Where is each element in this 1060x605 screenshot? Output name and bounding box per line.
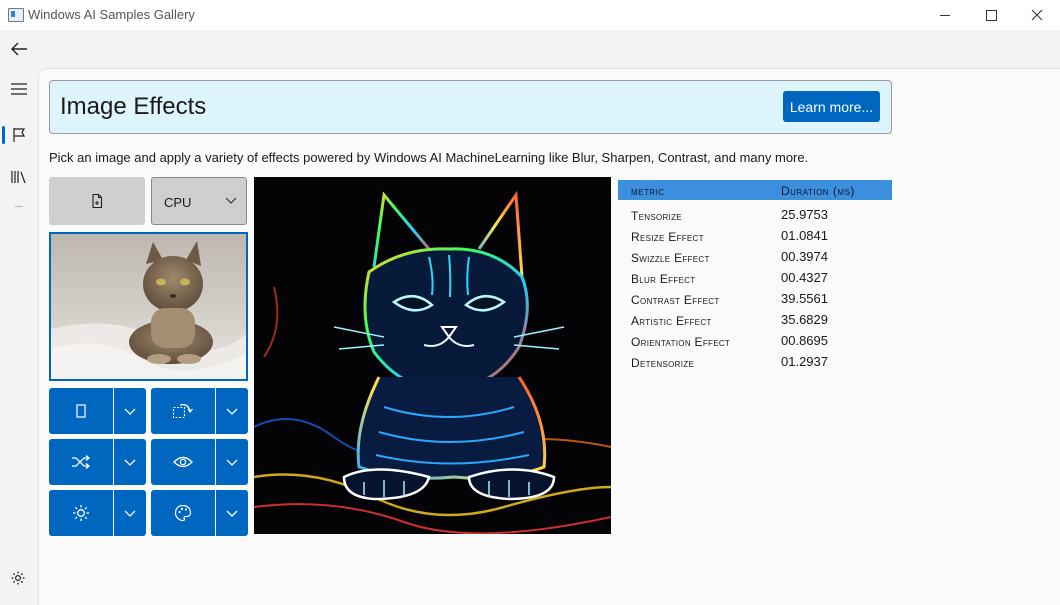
nav-selection-indicator [2, 126, 5, 144]
crop-icon [76, 404, 86, 418]
back-button[interactable] [8, 38, 30, 60]
table-row: Resize Effect 01.0841 [618, 225, 892, 246]
palette-icon [174, 504, 192, 522]
rotate-icon [172, 404, 193, 419]
metric-value: 35.6829 [781, 312, 828, 327]
metric-value: 01.2937 [781, 354, 828, 369]
crop-effect-button[interactable] [49, 388, 113, 434]
shuffle-effect-button[interactable] [49, 439, 113, 485]
back-arrow-icon [11, 42, 27, 56]
open-file-icon [92, 193, 103, 209]
metric-value: 25.9753 [781, 207, 828, 222]
brightness-effect-dropdown[interactable] [114, 490, 146, 536]
chevron-down-icon [124, 459, 136, 466]
artistic-effect-button[interactable] [151, 490, 215, 536]
table-row: Swizzle Effect 00.3974 [618, 246, 892, 267]
learn-more-button[interactable]: Learn more... [783, 91, 880, 122]
processed-image [254, 177, 611, 534]
table-row: Orientation Effect 00.8695 [618, 330, 892, 351]
metric-name: Resize Effect [631, 230, 704, 244]
device-select[interactable]: CPU [151, 177, 247, 225]
shuffle-effect-dropdown[interactable] [114, 439, 146, 485]
page-title: Image Effects [60, 93, 207, 120]
library-icon [11, 171, 26, 184]
metric-value: 00.8695 [781, 333, 828, 348]
table-row: Blur Effect 00.4327 [618, 267, 892, 288]
brightness-icon [73, 505, 89, 521]
table-row: Tensorize 25.9753 [618, 204, 892, 225]
metric-value: 01.0841 [781, 228, 828, 243]
close-button[interactable] [1014, 0, 1060, 30]
shuffle-icon [72, 455, 91, 469]
original-image-thumbnail[interactable] [49, 232, 248, 381]
nav-item-samples[interactable] [6, 122, 32, 148]
chevron-down-icon [226, 510, 238, 517]
hamburger-menu-icon [11, 83, 27, 95]
nav-item-library[interactable] [6, 164, 32, 190]
chevron-down-icon [124, 510, 136, 517]
chevron-down-icon [124, 408, 136, 415]
app-logo-icon [8, 8, 24, 22]
metric-name: Orientation Effect [631, 335, 731, 349]
device-select-value: CPU [164, 195, 192, 210]
window-title: Windows AI Samples Gallery [28, 7, 195, 22]
nav-separator [15, 206, 23, 207]
metrics-table: Metric Duration (ms) Tensorize 25.9753 R… [618, 180, 892, 372]
metric-value: 00.3974 [781, 249, 828, 264]
settings-button[interactable] [8, 568, 28, 588]
gear-icon [11, 571, 25, 585]
brightness-effect-button[interactable] [49, 490, 113, 536]
chevron-down-icon [226, 408, 238, 415]
table-row: Contrast Effect 39.5561 [618, 288, 892, 309]
eye-icon [173, 456, 193, 468]
page-header: Image Effects Learn more... [49, 80, 892, 134]
metric-value: 00.4327 [781, 270, 828, 285]
metric-name: Artistic Effect [631, 314, 712, 328]
close-icon [1031, 9, 1043, 21]
metric-value: 39.5561 [781, 291, 828, 306]
minimize-icon [940, 14, 950, 16]
metrics-table-header: Metric Duration (ms) [618, 180, 892, 200]
crop-effect-dropdown[interactable] [114, 388, 146, 434]
minimize-button[interactable] [922, 0, 968, 30]
cat-photo [51, 234, 246, 379]
view-effect-button[interactable] [151, 439, 215, 485]
view-effect-dropdown[interactable] [216, 439, 248, 485]
metric-name: Contrast Effect [631, 293, 720, 307]
chevron-down-icon [225, 197, 237, 204]
maximize-icon [985, 9, 997, 21]
table-row: Detensorize 01.2937 [618, 351, 892, 372]
edge-effect-cat-image [254, 177, 611, 534]
orientation-effect-button[interactable] [151, 388, 215, 434]
flag-icon [13, 128, 26, 142]
artistic-effect-dropdown[interactable] [216, 490, 248, 536]
page-description: Pick an image and apply a variety of eff… [49, 150, 809, 165]
maximize-button[interactable] [968, 0, 1014, 30]
title-bar: Windows AI Samples Gallery [0, 0, 1060, 30]
menu-toggle-button[interactable] [6, 76, 32, 102]
metric-name: Detensorize [631, 356, 695, 370]
pick-image-button[interactable] [49, 177, 145, 225]
chevron-down-icon [226, 459, 238, 466]
metric-name: Swizzle Effect [631, 251, 710, 265]
orientation-effect-dropdown[interactable] [216, 388, 248, 434]
table-row: Artistic Effect 35.6829 [618, 309, 892, 330]
column-header-metric: Metric [631, 184, 665, 198]
metric-name: Tensorize [631, 209, 682, 223]
column-header-duration: Duration (ms) [781, 184, 855, 198]
metric-name: Blur Effect [631, 272, 696, 286]
